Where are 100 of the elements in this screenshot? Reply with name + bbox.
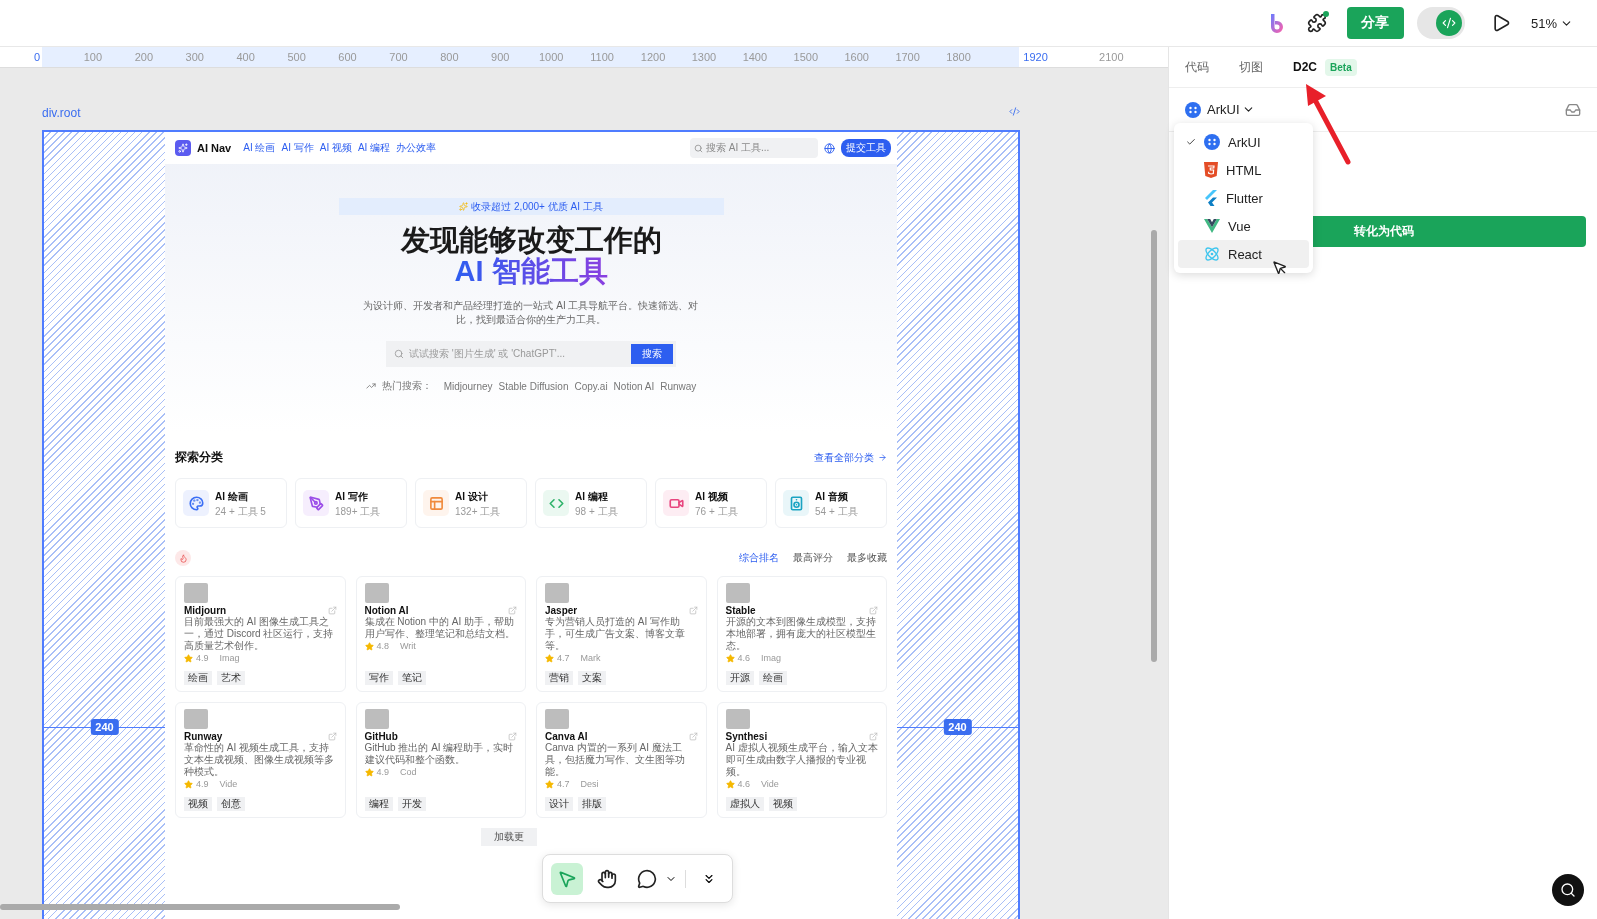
tag: 绘画 [184,671,212,685]
view-all-link[interactable]: 查看全部分类 [814,450,887,465]
zoom-dropdown[interactable]: 51% [1530,15,1573,31]
star-icon [545,653,554,663]
plugin-icon[interactable] [1306,13,1327,33]
tag: 开发 [397,797,426,811]
tool-card[interactable]: Runway 革命性的 AI 视频生成工具，支持文本生成视频、图像生成视频等多种模式。 4.9 Vide 视频 创意 [175,702,346,818]
nav-link[interactable]: 办公效率 [396,141,437,155]
rating: 4.6 [737,653,750,663]
tool-logo-placeholder [725,709,750,729]
panel-tab[interactable]: 代码 [1185,58,1209,76]
flutter-icon [1204,190,1218,206]
tool-card[interactable]: GitHub GitHub 推出的 AI 编程助手，实时建议代码和整个函数。 4.9 Cod 编程 开发 [355,702,526,818]
tool-card[interactable]: Stable 开源的文本到图像生成模型，支持本地部署，拥有庞大的社区模型生态。 4.6 Imag 开源 绘画 [716,576,887,692]
tool-type: Desi [580,779,599,789]
tool-description: 目前最强大的 AI 图像生成工具之一，通过 Discord 社区运行，支持高质量艺术创作。 [184,616,335,652]
category-card[interactable]: AI 写作 189+ 工具 [295,478,407,528]
category-card[interactable]: AI 音频 54 + 工具 [775,478,887,528]
category-name: AI 写作 [335,489,369,504]
tool-name: Jasper [545,605,578,616]
sort-tab[interactable]: 最高评分 [793,551,833,565]
load-more-button[interactable]: 加载更 [481,828,537,846]
ruler-label: 400 [236,51,255,63]
tool-description: AI 虚拟人视频生成平台，输入文本即可生成由数字人播报的专业视频。 [725,742,878,778]
category-name: AI 音频 [815,489,849,504]
tool-card[interactable]: Jasper 专为营销人员打造的 AI 写作助手，可生成广告文案、博客文章等。 4.7 Mark 营销 文案 [536,576,707,692]
tool-description: 革命性的 AI 视频生成工具，支持文本生成视频、图像生成视频等多种模式。 [184,742,335,778]
tag: 艺术 [217,671,245,685]
tool-type: Vide [219,779,238,789]
inbox-icon[interactable] [1565,101,1581,118]
menu-item[interactable]: ArkUI [1178,128,1309,156]
hot-search-link[interactable]: Stable Diffusion [498,380,569,392]
category-count: 76 + 工具 [695,505,739,517]
panel-tab[interactable]: 切图 [1239,58,1263,76]
scrollbar[interactable] [1151,230,1157,662]
menu-item[interactable]: Flutter [1178,184,1309,212]
nav-link[interactable]: AI 视频 [319,141,352,155]
hot-search-link[interactable]: Copy.ai [574,380,608,392]
tag: 营销 [545,671,573,685]
star-icon [184,779,193,789]
sort-tab[interactable]: 综合排名 [739,551,779,565]
tool-name: GitHub [364,731,398,742]
category-card[interactable]: AI 设计 132+ 工具 [415,478,527,528]
trend-icon [365,381,376,391]
globe-icon[interactable] [824,142,835,154]
tool-type: Imag [219,653,240,663]
hot-search-link[interactable]: Runway [660,380,697,392]
ruler-label: 600 [338,51,357,63]
tool-card[interactable]: Notion AI 集成在 Notion 中的 AI 助手，帮助用户写作、整理笔记和总结文档。 4.8 Writ 写作 笔记 [355,576,526,692]
nav-link[interactable]: AI 绘画 [243,141,276,155]
tool-type: Imag [761,653,782,663]
scrollbar[interactable] [0,904,400,910]
harmonyos-icon [1185,101,1201,118]
ruler-label: 1600 [844,51,869,63]
tool-logo-placeholder [545,583,569,603]
tool-card[interactable]: Synthesi AI 虚拟人视频生成平台，输入文本即可生成由数字人播报的专业视频。 4.6 Vide 虚拟人 视频 [716,702,887,818]
panel-tab[interactable]: D2C [1293,60,1317,74]
tool-type: Mark [580,653,601,663]
hot-label: 热门搜索： [381,379,432,393]
check-icon [1186,137,1196,147]
hot-search-link[interactable]: Notion AI [613,380,655,392]
tool-card[interactable]: Canva AI Canva 内置的一系列 AI 魔法工具，包括魔力写作、文生图等功能。 4.7 Desi 设计 排版 [536,702,707,818]
ruler-label: 700 [389,51,408,63]
tool-name: Synthesi [725,731,768,742]
hand-icon [597,868,617,889]
tool-description: Canva 内置的一系列 AI 魔法工具，包括魔力写作、文生图等功能。 [545,742,686,778]
tool-card[interactable]: Midjourn 目前最强大的 AI 图像生成工具之一，通过 Discord 社区运行，支持高质量艺术创作。 4.9 Imag 绘画 艺术 [175,576,346,692]
category-name: AI 视频 [695,489,729,504]
category-card[interactable]: AI 视频 76 + 工具 [655,478,767,528]
atom-icon [1204,246,1220,262]
code-mode-toggle[interactable] [1416,7,1465,39]
category-card[interactable]: AI 编程 98 + 工具 [535,478,647,528]
framework-dropdown[interactable]: ArkUI [1207,102,1255,117]
tag: 排版 [578,797,606,811]
search-button[interactable] [1552,874,1584,906]
tool-logo-placeholder [364,709,389,729]
search-button[interactable]: 搜索 [631,344,673,364]
nav-link[interactable]: AI 写作 [281,141,314,155]
menu-item[interactable]: HTML [1178,156,1309,184]
search-field[interactable]: 试试搜索 '图片生成' 或 'ChatGPT'... 搜索 [386,341,676,367]
tag: 视频 [184,797,212,811]
tag: 写作 [364,671,393,685]
tool-logo-placeholder [545,709,569,729]
code-icon[interactable] [1009,106,1020,117]
tag: 开源 [725,671,754,685]
category-card[interactable]: AI 绘画 24 + 工具 5 [175,478,287,528]
category-name: AI 编程 [575,489,609,504]
star-icon [725,653,735,663]
menu-item[interactable]: React [1178,240,1309,268]
star-icon [364,641,374,651]
tool-description: 集成在 Notion 中的 AI 助手，帮助用户写作、整理笔记和总结文档。 [364,616,516,640]
tool-type: Writ [400,641,416,651]
ruler-label: 800 [440,51,459,63]
submit-button[interactable]: 提交工具 [841,139,891,157]
hot-search-link[interactable]: Midjourney [443,380,493,392]
rating: 4.6 [737,779,750,789]
search-icon [1560,882,1576,898]
tool-name: Stable [725,605,756,616]
nav-link[interactable]: AI 编程 [357,141,391,155]
sort-tab[interactable]: 最多收藏 [847,551,887,565]
